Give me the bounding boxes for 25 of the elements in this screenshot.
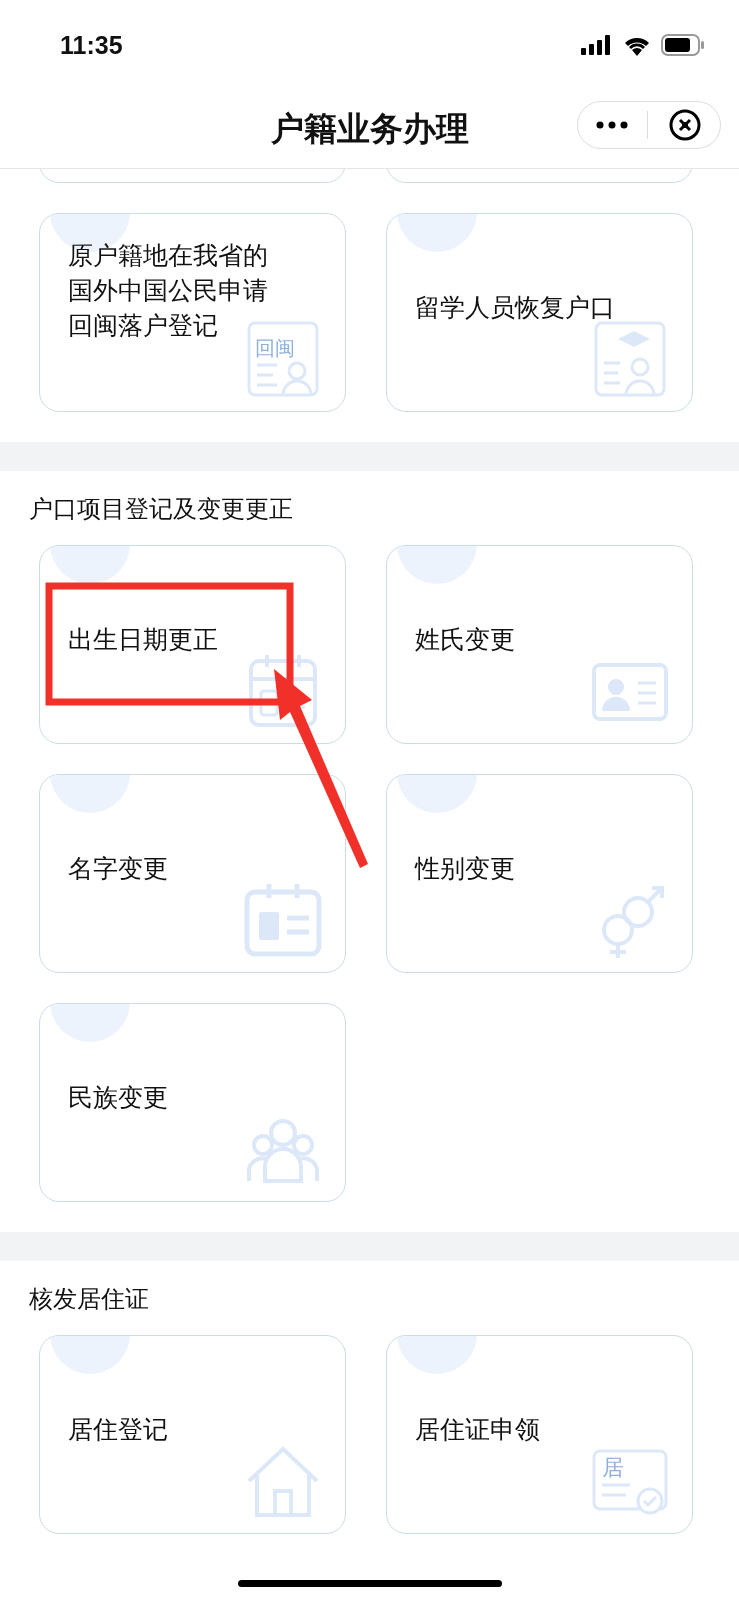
- service-card[interactable]: 居住证申领 居: [386, 1335, 693, 1534]
- card-label: 名字变更: [68, 853, 168, 885]
- section-title: 核发居住证: [29, 1285, 150, 1313]
- status-time: 11:35: [60, 30, 123, 60]
- close-icon[interactable]: [668, 108, 703, 142]
- card-label: 居住登记: [68, 1414, 168, 1446]
- card-label: 留学人员恢复户口: [415, 292, 615, 324]
- card-label: 性别变更: [415, 853, 515, 885]
- service-card[interactable]: 性别变更: [386, 774, 693, 973]
- signal-icon: [581, 35, 613, 55]
- service-card[interactable]: 民族变更: [39, 1003, 346, 1202]
- card-label: 姓氏变更: [415, 624, 515, 656]
- battery-icon: [661, 34, 705, 56]
- page-title: 户籍业务办理: [270, 107, 469, 150]
- more-icon[interactable]: [595, 121, 628, 129]
- service-card[interactable]: 留学人员恢复户口: [386, 213, 693, 412]
- service-card[interactable]: 名字变更: [39, 774, 346, 973]
- service-card[interactable]: 原户籍地在我省的国外中国公民申请回闽落户登记 回闽: [39, 213, 346, 412]
- section-title: 户口项目登记及变更更正: [29, 495, 294, 523]
- card-label: 出生日期更正: [68, 624, 218, 656]
- card-label: 民族变更: [68, 1082, 168, 1114]
- service-card[interactable]: 姓氏变更: [386, 545, 693, 744]
- card-label: 居住证申领: [415, 1414, 540, 1446]
- card-label: 原户籍地在我省的国外中国公民申请回闽落户登记: [68, 240, 268, 340]
- service-card[interactable]: 居住登记: [39, 1335, 346, 1534]
